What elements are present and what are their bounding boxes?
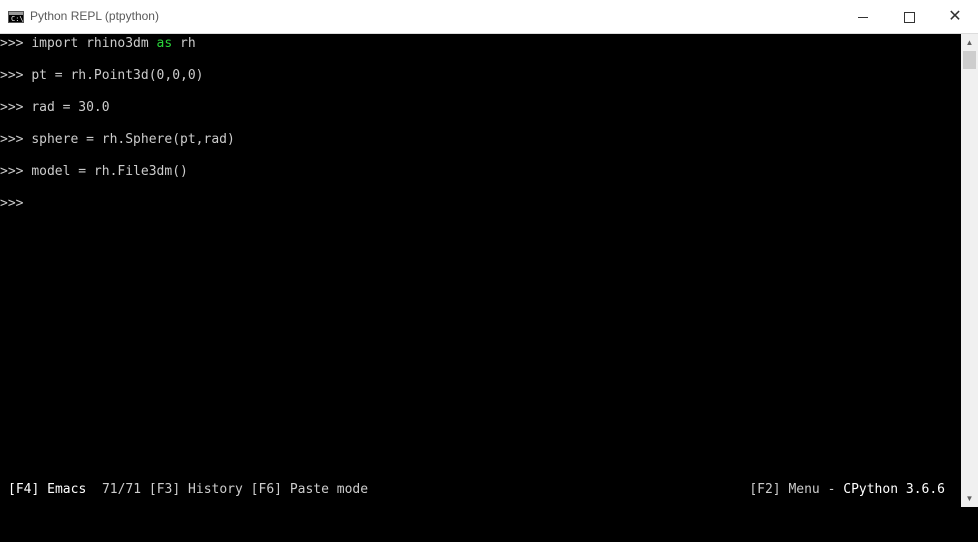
console-icon-text: C:\ (11, 15, 24, 23)
keyword: as (156, 36, 173, 51)
code-text-end: rh (172, 36, 196, 51)
code-text: sphere = rh.Sphere(pt,rad) (31, 132, 235, 147)
prompt: >>> (0, 68, 24, 83)
window-title: Python REPL (ptpython) (30, 9, 159, 23)
close-icon: ✕ (948, 8, 962, 25)
prompt: >>> (0, 164, 24, 179)
prompt: >>> (0, 132, 24, 147)
code-text: model = rh.File3dm() (31, 164, 188, 179)
prompt: >>> (0, 100, 24, 115)
status-bar: [F4] Emacs 71/71 [F3] History [F6] Paste… (0, 482, 961, 502)
repl-line-3: >>> rad = 30.0 (0, 100, 110, 116)
close-button[interactable]: ✕ (932, 0, 978, 34)
repl-line-4: >>> sphere = rh.Sphere(pt,rad) (0, 132, 235, 148)
f4-key: [F4] (8, 482, 40, 497)
maximize-icon (903, 11, 915, 23)
prompt: >>> (0, 196, 24, 211)
prompt: >>> (0, 36, 24, 51)
console-app-icon[interactable]: C:\ (8, 11, 24, 23)
f2-key: [F2] (749, 482, 781, 497)
f3-key: [F3] (148, 482, 181, 497)
code-text: import rhino3dm (31, 36, 157, 51)
minimize-icon (858, 16, 868, 18)
repl-line-1: >>> import rhino3dm as rh (0, 36, 196, 52)
status-left: [F4] Emacs 71/71 [F3] History [F6] Paste… (8, 482, 368, 497)
code-text: pt = rh.Point3d(0,0,0) (31, 68, 204, 83)
vertical-scrollbar[interactable]: ▲ ▼ (961, 34, 978, 507)
history-label: History (188, 482, 243, 497)
editing-mode: Emacs (47, 482, 87, 497)
repl-window: C:\ Python REPL (ptpython) ✕ >>> import … (0, 0, 978, 507)
python-version: CPython 3.6.6 (843, 482, 945, 497)
title-bar[interactable]: C:\ Python REPL (ptpython) ✕ (0, 0, 978, 34)
scrollbar-thumb[interactable] (963, 51, 976, 69)
terminal-area[interactable]: >>> import rhino3dm as rh >>> pt = rh.Po… (0, 34, 961, 507)
repl-input-line[interactable]: >>> (0, 196, 31, 212)
scroll-down-arrow-icon[interactable]: ▼ (961, 490, 978, 507)
menu-label: Menu - (788, 482, 836, 497)
repl-line-5: >>> model = rh.File3dm() (0, 164, 188, 180)
code-text: rad = 30.0 (31, 100, 110, 115)
status-right: [F2] Menu - CPython 3.6.6 (749, 482, 945, 497)
history-counter: 71/71 (101, 482, 142, 497)
f6-key: [F6] (250, 482, 282, 497)
maximize-button[interactable] (886, 0, 932, 34)
paste-mode-label: Paste mode (289, 482, 369, 497)
scroll-up-arrow-icon[interactable]: ▲ (961, 34, 978, 51)
minimize-button[interactable] (840, 0, 886, 34)
repl-line-2: >>> pt = rh.Point3d(0,0,0) (0, 68, 204, 84)
